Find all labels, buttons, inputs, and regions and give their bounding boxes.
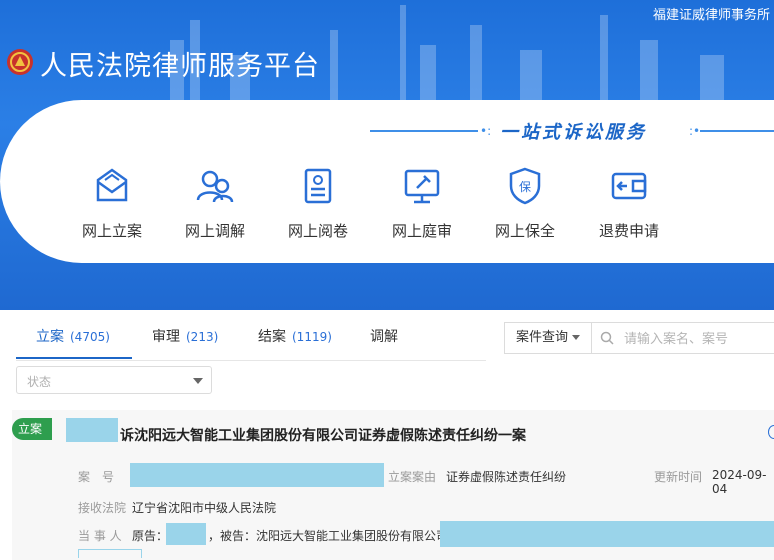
tab-count: (4705) <box>70 330 110 344</box>
service-online-filing[interactable]: 网上立案 <box>67 166 157 241</box>
redacted-parties-extra <box>440 521 774 547</box>
status-filter-select[interactable]: 状态 <box>16 366 212 394</box>
tab-count: (213) <box>186 330 219 344</box>
parties-plaintiff-prefix: 原告： <box>132 529 169 543</box>
updated-time-label: 更新时间 <box>654 470 703 484</box>
service-online-trial[interactable]: 网上庭审 <box>377 166 467 241</box>
status-placeholder: 状态 <box>27 375 52 389</box>
court-screen-icon <box>404 169 440 204</box>
people-icon <box>196 170 234 203</box>
case-status-tabs: 立案 (4705) 审理 (213) 结案 (1119) 调解 <box>16 318 486 361</box>
caret-down-icon <box>193 378 203 384</box>
tab-label: 立案 <box>36 329 64 345</box>
platform-title: 人民法院律师服务平台 <box>40 51 320 82</box>
redacted-plaintiff <box>166 523 206 545</box>
svg-text:保: 保 <box>519 180 531 194</box>
service-label: 网上庭审 <box>391 222 452 240</box>
parties-defendant: ，被告：沈阳远大智能工业集团股份有限公司 <box>208 529 449 543</box>
court-value: 辽宁省沈阳市中级人民法院 <box>132 501 277 515</box>
case-cause-label: 立案案由 <box>388 470 437 484</box>
service-online-preservation[interactable]: 保 网上保全 <box>480 166 570 241</box>
wallet-icon <box>611 172 647 200</box>
case-title[interactable]: 诉沈阳远大智能工业集团股份有限公司证券虚假陈述责任纠纷一案 <box>120 425 526 445</box>
case-number-label: 案 号 <box>78 470 115 484</box>
search-input[interactable] <box>622 328 774 350</box>
tab-count: (1119) <box>292 330 332 344</box>
case-cause-value: 证券虚假陈述责任纠纷 <box>446 470 567 484</box>
active-tab-underline <box>16 357 132 359</box>
tab-mediation[interactable]: 调解 <box>370 326 398 346</box>
law-firm-name[interactable]: 福建证威律师事务所 <box>653 4 770 23</box>
slogan-divider-right <box>700 130 774 132</box>
updated-time-value: 2024-09-04 <box>712 468 767 496</box>
slogan-divider-left <box>370 130 478 132</box>
service-refund-request[interactable]: 退费申请 <box>584 166 674 241</box>
search-box <box>592 322 774 354</box>
status-badge: 立案 <box>12 418 52 440</box>
service-label: 网上阅卷 <box>287 222 348 240</box>
slogan-text: 一站式诉讼服务 <box>500 122 647 143</box>
case-detail-button[interactable] <box>78 549 142 558</box>
info-icon[interactable] <box>768 425 774 439</box>
redacted-plaintiff-name <box>66 418 118 442</box>
search-icon <box>600 331 614 345</box>
slogan-dots-left: •: <box>480 124 492 138</box>
caret-down-icon <box>572 335 580 340</box>
tab-filing[interactable]: 立案 (4705) <box>36 326 110 346</box>
case-query-label: 案件查询 <box>515 330 568 345</box>
tab-closed[interactable]: 结案 (1119) <box>258 326 332 346</box>
envelope-icon <box>96 168 128 202</box>
document-icon <box>304 168 332 204</box>
court-emblem-icon <box>7 49 33 75</box>
tab-label: 结案 <box>258 329 286 345</box>
case-query-dropdown[interactable]: 案件查询 <box>504 322 592 354</box>
service-label: 退费申请 <box>598 222 659 240</box>
service-online-file-review[interactable]: 网上阅卷 <box>273 166 363 241</box>
service-label: 网上保全 <box>494 222 555 240</box>
tab-label: 审理 <box>152 329 180 345</box>
court-label: 接收法院 <box>78 501 127 515</box>
redacted-case-number <box>130 463 384 487</box>
service-online-mediation[interactable]: 网上调解 <box>170 166 260 241</box>
tab-label: 调解 <box>370 329 398 345</box>
slogan-dots-right: :• <box>689 124 701 138</box>
parties-label: 当 事 人 <box>78 529 122 543</box>
service-label: 网上调解 <box>184 222 245 240</box>
tab-trial[interactable]: 审理 (213) <box>152 326 218 346</box>
service-label: 网上立案 <box>81 222 142 240</box>
shield-icon: 保 <box>509 167 541 205</box>
